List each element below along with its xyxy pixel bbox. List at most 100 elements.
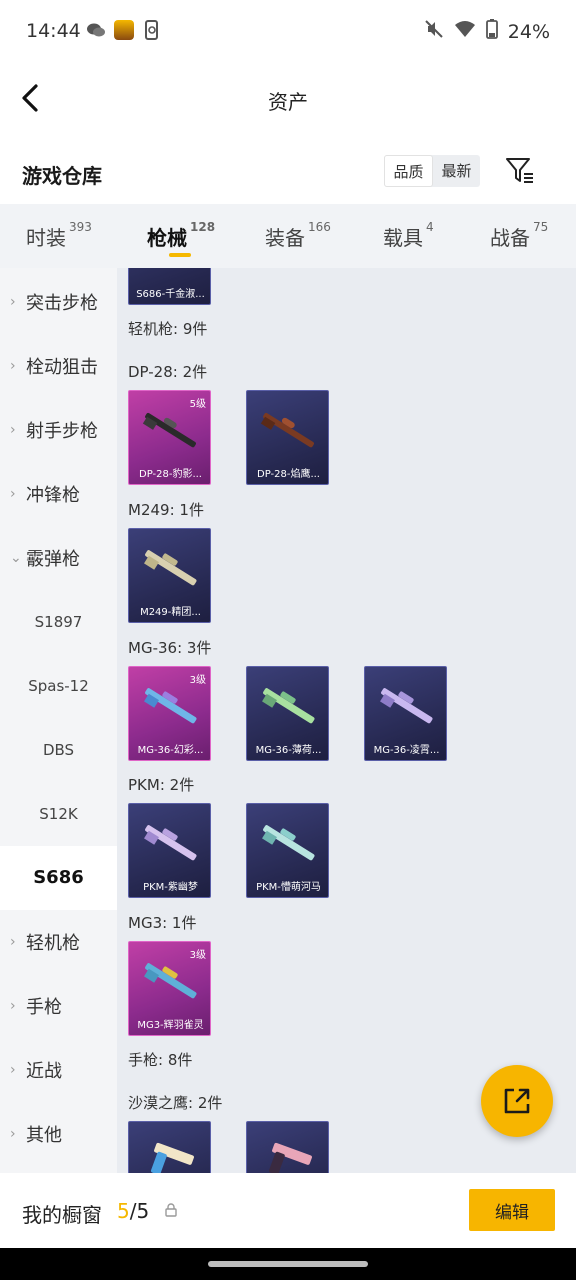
skin-card-name: DP-28-焰鹰... [257,469,320,480]
tab-equipment[interactable]: 装备 166 [265,220,331,251]
skin-card-name: M249-精团... [140,607,201,618]
weapon-list: S686-千金淑... 轻机枪: 9件 DP-28: 2件 5级 DP-28-豹… [117,268,576,1173]
tab-active-indicator [169,253,191,257]
warehouse-title: 游戏仓库 [22,164,102,188]
skin-card-name: DP-28-豹影... [139,469,202,480]
showcase-count-total: /5 [129,1199,150,1223]
tab-guns[interactable]: 枪械 128 [147,220,215,251]
group-label-pistol: 手枪: 8件 [128,1051,193,1069]
skin-card[interactable]: PKM-紫幽梦 [128,803,211,898]
skin-card-name: S686-千金淑... [136,289,205,300]
skin-card[interactable]: S686-千金淑... [128,268,211,305]
pistol-skin-icon [150,1142,194,1173]
skin-card[interactable]: MG-36-凌霄... [364,666,447,761]
sidebar-item-bolt-sniper[interactable]: › 栓动狙击 [0,334,117,398]
skin-card-name: MG-36-幻彩... [137,745,204,756]
tab-vehicles[interactable]: 载具 4 [383,220,434,251]
skin-card-name: MG-36-凌霄... [373,745,440,756]
sidebar-item-label: 栓动狙击 [26,357,98,378]
skin-card[interactable] [246,1121,329,1173]
wifi-icon [454,20,476,43]
skin-card-name: PKM-紫幽梦 [143,882,198,893]
skin-card[interactable]: 3级 MG3-辉羽雀灵 [128,941,211,1036]
chevron-right-icon: › [10,998,16,1014]
filter-icon[interactable] [504,154,536,186]
sidebar-subitem-s1897[interactable]: S1897 [0,590,117,654]
group-label-lmg: 轻机枪: 9件 [128,320,208,338]
sidebar-item-label: 轻机枪 [26,933,80,954]
sidebar-item-shotgun[interactable]: ⌄ 霰弹枪 [0,526,117,590]
system-nav-bar [0,1248,576,1280]
showcase-count-current: 5 [117,1199,130,1223]
battery-icon [485,19,498,44]
mute-icon [424,19,444,44]
skin-card[interactable]: MG-36-薄荷... [246,666,329,761]
lmg-skin-icon [262,825,315,861]
sidebar-item-marksman-rifle[interactable]: › 射手步枪 [0,398,117,462]
lmg-skin-icon [144,963,197,999]
tab-supplies[interactable]: 战备 75 [490,220,549,251]
chevron-right-icon: › [10,358,16,374]
wechat-icon [86,20,106,40]
weapon-label-mg36: MG-36: 3件 [128,639,212,657]
skin-card-name: PKM-懵萌河马 [256,882,321,893]
sidebar-item-label: 突击步枪 [26,293,98,314]
showcase-bar: 我的橱窗 5/5 编辑 [0,1173,576,1248]
share-button[interactable] [481,1065,553,1137]
skin-card[interactable]: M249-精团... [128,528,211,623]
showcase-label: 我的橱窗 [22,1203,102,1227]
tab-count: 75 [533,220,549,234]
tab-fashion[interactable]: 时装 393 [26,220,92,251]
sidebar-item-lmg[interactable]: › 轻机枪 [0,910,117,974]
tab-label: 载具 [383,226,423,250]
battery-percent: 24% [507,20,550,43]
page-title: 资产 [268,90,308,114]
tab-label: 时装 [26,226,66,250]
chevron-down-icon: ⌄ [10,550,22,566]
weapon-category-sidebar: › 突击步枪 › 栓动狙击 › 射手步枪 › 冲锋枪 ⌄ 霰弹枪 S1897 Spas-1… [0,268,117,1173]
sort-quality-button[interactable]: 品质 [384,155,433,187]
tab-count: 4 [426,220,434,234]
status-notification-icons [86,20,162,40]
status-bar: 14:44 24% [0,0,576,62]
sidebar-item-melee[interactable]: › 近战 [0,1038,117,1102]
sidebar-item-smg[interactable]: › 冲锋枪 [0,462,117,526]
showcase-count: 5/5 [117,1199,149,1223]
sidebar-item-pistol[interactable]: › 手枪 [0,974,117,1038]
sidebar-subitem-s686[interactable]: S686 [0,846,117,910]
sidebar-item-label: 霰弹枪 [26,549,80,570]
sidebar-item-assault-rifle[interactable]: › 突击步枪 [0,270,117,334]
sidebar-item-label: 其他 [26,1125,62,1146]
lmg-skin-icon [260,412,314,448]
chevron-right-icon: › [10,1062,16,1078]
sort-toggle: 品质 最新 [384,155,480,187]
weapon-label-m249: M249: 1件 [128,501,204,519]
home-gesture-handle[interactable] [208,1261,368,1267]
lmg-skin-icon [144,688,197,724]
sidebar-subitem-s12k[interactable]: S12K [0,782,117,846]
chevron-right-icon: › [10,1126,16,1142]
skin-card[interactable]: DP-28-焰鹰... [246,390,329,485]
sidebar-subitem-spas12[interactable]: Spas-12 [0,654,117,718]
edit-button[interactable]: 编辑 [469,1189,555,1231]
sort-latest-button[interactable]: 最新 [433,155,480,187]
sidebar-subitem-dbs[interactable]: DBS [0,718,117,782]
page-header: 资产 [0,62,576,138]
sidebar-item-other[interactable]: › 其他 [0,1102,117,1166]
skin-card-name: MG-36-薄荷... [255,745,322,756]
share-out-icon [504,1088,530,1114]
lmg-skin-icon [380,688,433,724]
lmg-skin-icon [262,688,315,724]
chevron-right-icon: › [10,422,16,438]
warehouse-row: 游戏仓库 品质 最新 [0,148,576,202]
skin-card[interactable]: PKM-懵萌河马 [246,803,329,898]
chevron-right-icon: › [10,294,16,310]
phone-sync-icon [142,20,162,40]
skin-card[interactable] [128,1121,211,1173]
tab-count: 166 [308,220,331,234]
pistol-skin-icon [268,1142,312,1173]
skin-card[interactable]: 5级 DP-28-豹影... [128,390,211,485]
tab-label: 枪械 [147,226,187,250]
weapon-label-deagle: 沙漠之鹰: 2件 [128,1094,223,1112]
skin-card[interactable]: 3级 MG-36-幻彩... [128,666,211,761]
